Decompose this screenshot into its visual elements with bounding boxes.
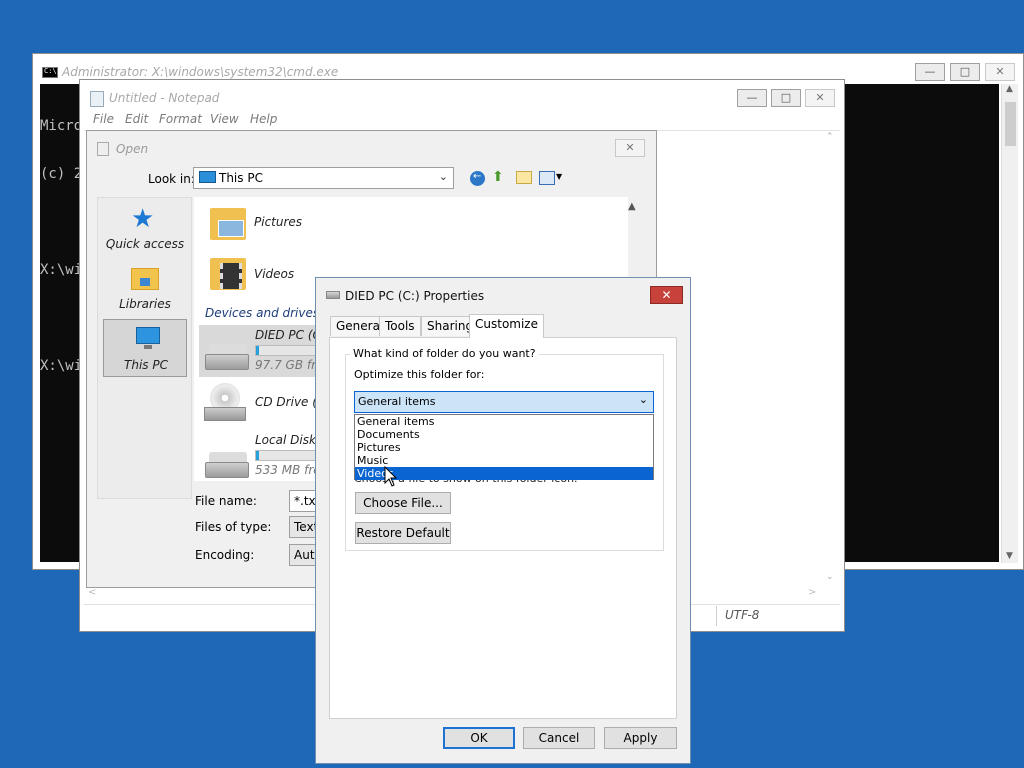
scroll-up-icon[interactable]: ⌃ [826, 132, 834, 142]
libraries-icon [131, 268, 159, 290]
status-encoding: UTF-8 [725, 608, 760, 622]
cmd-title: Administrator: X:\windows\system32\cmd.e… [62, 65, 339, 79]
option-music[interactable]: Music [355, 454, 653, 467]
view-menu-icon[interactable] [539, 171, 555, 185]
notepad-minimize-button[interactable]: — [737, 89, 767, 107]
scroll-right-icon[interactable]: > [808, 587, 816, 598]
look-in-dropdown[interactable]: This PC ⌄ [193, 167, 454, 189]
drive-name[interactable]: Local Disk ( [255, 433, 324, 447]
mouse-cursor-icon [384, 466, 398, 487]
folder-pictures[interactable]: Pictures [254, 215, 302, 229]
apply-button[interactable]: Apply [604, 727, 677, 749]
folder-type-options[interactable]: General items Documents Pictures Music V… [354, 414, 654, 480]
restore-default-button[interactable]: Restore Default [355, 522, 451, 544]
up-folder-icon[interactable]: ⬆ [492, 169, 508, 185]
menu-view[interactable]: View [210, 112, 239, 126]
monitor-stand [144, 345, 152, 349]
notepad-title: Untitled - Notepad [109, 91, 220, 105]
menu-help[interactable]: Help [250, 112, 277, 126]
tab-tools[interactable]: Tools [379, 316, 421, 336]
cmd-scrollbar[interactable]: ▲ ▼ [1001, 84, 1018, 563]
option-general-items[interactable]: General items [355, 415, 653, 428]
folder-type-dropdown[interactable]: General items ⌄ [354, 391, 654, 413]
monitor-icon [136, 327, 160, 344]
option-videos[interactable]: Videos [355, 467, 653, 480]
chevron-down-icon: ⌄ [638, 393, 648, 406]
tab-customize[interactable]: Customize [469, 314, 544, 338]
notepad-scrollbar[interactable]: ⌃ ⌄ [823, 132, 838, 582]
properties-dialog: DIED PC (C:) Properties ✕ General Tools … [315, 277, 691, 764]
scroll-down-icon[interactable]: ▼ [1006, 551, 1013, 561]
back-icon[interactable]: ← [470, 171, 485, 186]
chevron-down-icon[interactable]: ▼ [556, 172, 562, 181]
cd-drive-icon [204, 383, 246, 423]
place-quick-access[interactable]: Quick access [103, 237, 187, 251]
hard-drive-icon [326, 291, 340, 299]
encoding-label: Encoding: [195, 548, 255, 562]
menu-file[interactable]: File [93, 112, 114, 126]
cmd-icon: C:\ [42, 67, 58, 78]
videos-folder-icon [210, 255, 246, 291]
drive-item-selected[interactable]: DIED PC (C: 97.7 GB free [199, 325, 331, 377]
look-in-label: Look in: [148, 172, 195, 186]
notepad-maximize-button[interactable]: □ [771, 89, 801, 107]
place-this-pc-selected[interactable]: This PC [103, 319, 187, 377]
folder-type-value: General items [358, 395, 436, 408]
scroll-thumb[interactable] [1005, 102, 1016, 146]
look-in-value: This PC [219, 171, 263, 185]
cmd-close-button[interactable]: ✕ [985, 63, 1015, 81]
monitor-icon [199, 171, 216, 183]
drive-usage-fill [256, 346, 259, 355]
cmd-minimize-button[interactable]: — [915, 63, 945, 81]
files-of-type-label: Files of type: [195, 520, 272, 534]
choose-file-button[interactable]: Choose File... [355, 492, 451, 514]
chevron-down-icon: ⌄ [438, 170, 448, 183]
menu-format[interactable]: Format [159, 112, 202, 126]
open-dialog-title: Open [116, 142, 149, 156]
tab-panel: What kind of folder do you want? Optimiz… [329, 337, 677, 719]
scroll-up-icon[interactable]: ▲ [1006, 84, 1013, 94]
menu-edit[interactable]: Edit [125, 112, 148, 126]
hard-drive-icon [205, 452, 249, 480]
cmd-maximize-button[interactable]: □ [950, 63, 980, 81]
scroll-left-icon[interactable]: < [88, 587, 96, 598]
place-libraries[interactable]: Libraries [103, 297, 187, 311]
folder-videos[interactable]: Videos [254, 267, 294, 281]
file-name-label: File name: [195, 494, 257, 508]
properties-title: DIED PC (C:) Properties [345, 289, 485, 303]
drive-usage-fill [256, 451, 259, 460]
place-this-pc: This PC [124, 358, 168, 372]
option-documents[interactable]: Documents [355, 428, 653, 441]
notepad-icon [97, 142, 109, 156]
pictures-folder-icon [210, 205, 246, 241]
status-divider [716, 606, 717, 626]
group-title: What kind of folder do you want? [350, 347, 539, 360]
properties-close-button[interactable]: ✕ [650, 286, 683, 304]
optimize-label: Optimize this folder for: [354, 368, 485, 381]
places-bar: ★ Quick access Libraries This PC [97, 197, 192, 499]
notepad-close-button[interactable]: ✕ [805, 89, 835, 107]
cancel-button[interactable]: Cancel [523, 727, 595, 749]
notepad-icon [90, 91, 104, 107]
hard-drive-icon [205, 344, 249, 372]
ok-button[interactable]: OK [443, 727, 515, 749]
open-close-button[interactable]: ✕ [615, 139, 645, 157]
new-folder-icon[interactable] [516, 171, 532, 184]
star-icon: ★ [131, 204, 155, 234]
scroll-down-icon[interactable]: ⌄ [826, 572, 834, 582]
scroll-up-icon[interactable]: ▲ [628, 201, 636, 212]
option-pictures[interactable]: Pictures [355, 441, 653, 454]
